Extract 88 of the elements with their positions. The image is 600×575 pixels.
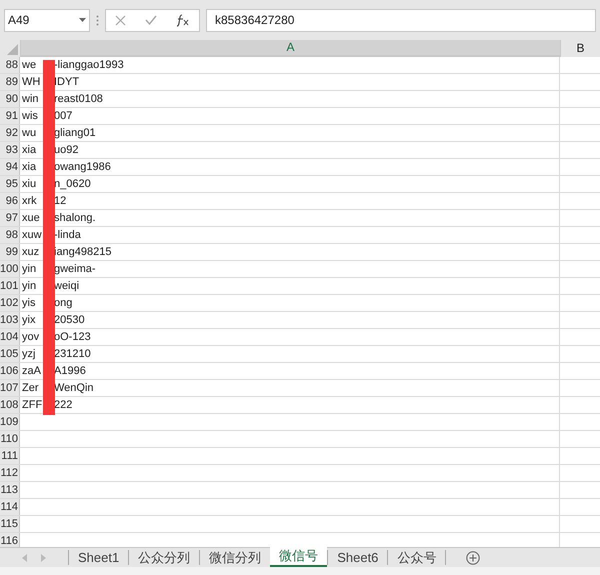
cell-text: owang1986 <box>54 160 111 175</box>
row-header[interactable]: 88 <box>0 57 20 73</box>
row-header[interactable]: 102 <box>0 295 20 311</box>
cell-text: 231210 <box>54 346 91 362</box>
cell-text: oO-123 <box>54 330 91 345</box>
row-header[interactable]: 93 <box>0 142 20 158</box>
column-header[interactable]: A <box>20 40 560 57</box>
row-header[interactable]: 111 <box>0 448 20 464</box>
enter-check-icon[interactable] <box>144 15 157 25</box>
cell-text: reast0108 <box>54 92 103 107</box>
cell-text: xue <box>22 210 41 226</box>
insert-function-icon[interactable] <box>176 14 190 26</box>
row-header[interactable]: 113 <box>0 482 20 498</box>
cell-text: shalong. <box>54 210 96 226</box>
row-header[interactable]: 94 <box>0 159 20 175</box>
row-header[interactable]: 108 <box>0 397 20 413</box>
cell-text: zaA <box>22 364 42 379</box>
cell-text: -linda <box>54 228 81 243</box>
cell-text: yov <box>22 330 40 345</box>
cell-text: gliang01 <box>54 126 96 141</box>
scroll-right-icon[interactable] <box>41 554 46 562</box>
row-header[interactable]: 103 <box>0 312 20 328</box>
row-header[interactable]: 89 <box>0 74 20 90</box>
cell-text: A1996 <box>54 364 86 379</box>
row-header[interactable]: 116 <box>0 533 20 547</box>
drag-handle-icon <box>96 14 99 26</box>
cell-text: xrk <box>22 194 38 209</box>
row-header[interactable]: 97 <box>0 210 20 226</box>
cell-text: ong <box>54 296 72 311</box>
cell-text: weiqi <box>54 278 80 294</box>
cell-text: xiu <box>22 176 38 192</box>
cell-text: wis <box>22 108 39 124</box>
row-header[interactable]: 100 <box>0 261 20 277</box>
row-header[interactable]: 110 <box>0 431 20 447</box>
row-header[interactable]: 106 <box>0 363 20 379</box>
scroll-left-icon[interactable] <box>22 554 27 562</box>
row-header[interactable]: 109 <box>0 414 20 430</box>
cell-text: 222 <box>54 398 72 413</box>
cell-text: yis <box>22 296 36 311</box>
cell-text: xia <box>22 160 38 175</box>
cell-text: xia <box>22 142 38 158</box>
row-header[interactable]: 91 <box>0 108 20 124</box>
row-header[interactable]: 101 <box>0 278 20 294</box>
sheet-tab[interactable]: Sheet6 <box>327 550 388 565</box>
cell-text: WenQin <box>54 380 94 396</box>
cancel-icon[interactable] <box>115 14 126 26</box>
cell-text: we <box>22 58 38 73</box>
cell-text: Zer <box>22 380 40 396</box>
dropdown-caret-icon <box>79 18 86 22</box>
column-header[interactable]: B <box>560 40 600 57</box>
row-header[interactable]: 105 <box>0 346 20 362</box>
row-header[interactable]: 115 <box>0 516 20 532</box>
add-sheet-icon[interactable] <box>466 550 480 564</box>
cell-text: wu <box>22 126 38 141</box>
sheet-tab[interactable]: 微信号 <box>270 547 328 567</box>
sheet-tab[interactable]: 公众分列 <box>128 550 200 565</box>
cell-text: yin <box>22 262 38 277</box>
row-header[interactable]: 104 <box>0 329 20 345</box>
cell-text: 20530 <box>54 312 85 328</box>
row-header[interactable]: 99 <box>0 244 20 260</box>
select-all-icon[interactable] <box>7 44 18 55</box>
row-header[interactable]: 95 <box>0 176 20 192</box>
row-header[interactable]: 107 <box>0 380 20 396</box>
cell-text: yzj <box>22 346 36 362</box>
cell-text: -lianggao1993 <box>54 58 124 73</box>
formula-input[interactable]: k85836427280 <box>206 8 596 32</box>
cell-text: xuz <box>22 244 40 260</box>
cell-text: 12 <box>54 194 66 209</box>
cell-text: n_0620 <box>54 176 91 192</box>
cell-text: xuw <box>22 228 42 243</box>
row-header[interactable]: 112 <box>0 465 20 481</box>
row-header[interactable]: 114 <box>0 499 20 515</box>
cell-text: ZFF <box>22 398 42 413</box>
cell-text: iang498215 <box>54 244 112 260</box>
row-header[interactable]: 98 <box>0 227 20 243</box>
name-box[interactable]: A49 <box>4 8 90 32</box>
cell-text: uo92 <box>54 142 78 158</box>
cell-text: gweima- <box>54 262 96 277</box>
row-header[interactable]: 90 <box>0 91 20 107</box>
cell-text: yix <box>22 312 36 328</box>
cell-text: IDYT <box>54 74 80 90</box>
cell-text: win <box>22 92 40 107</box>
sheet-tab[interactable]: 公众号 <box>387 550 446 565</box>
row-header[interactable]: 96 <box>0 193 20 209</box>
sheet-tab[interactable]: Sheet1 <box>68 550 128 565</box>
cell-text: WH <box>22 74 42 90</box>
row-header[interactable]: 92 <box>0 125 20 141</box>
cell-text: yin <box>22 278 38 294</box>
